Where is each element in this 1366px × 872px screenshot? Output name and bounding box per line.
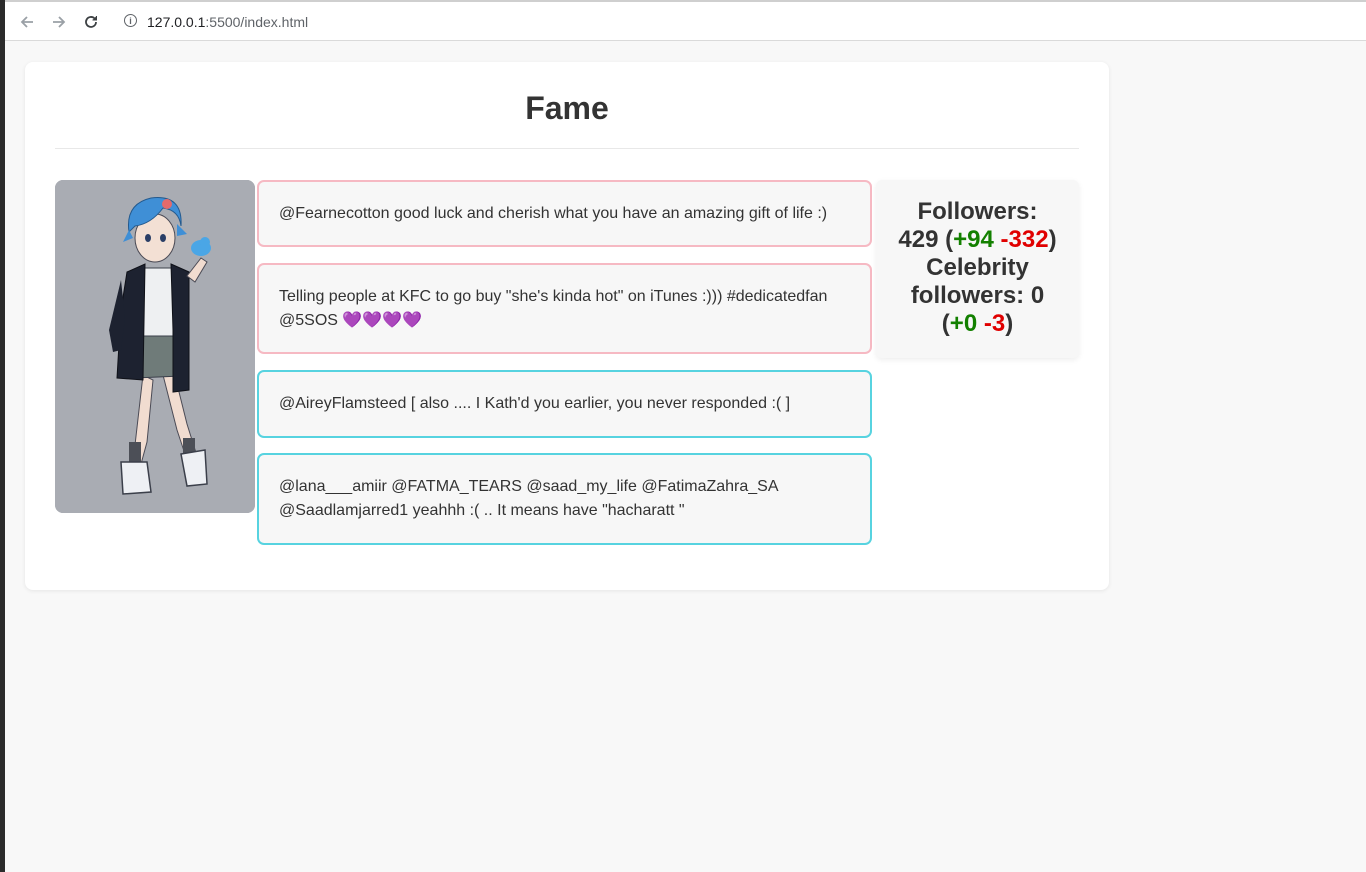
tweet-text: @AireyFlamsteed [ also .... I Kath'd you…	[279, 395, 791, 412]
browser-toolbar: i 127.0.0.1:5500/index.html	[5, 0, 1366, 41]
tweet-text: @lana___amiir @FATMA_TEARS @saad_my_life…	[279, 478, 778, 519]
followers-count: 429	[898, 226, 939, 253]
url-host: 127.0.0.1	[147, 14, 206, 30]
fame-card: Fame @Fearnecotton good luck and cherish…	[25, 62, 1109, 590]
followers-label: Followers:	[917, 198, 1038, 225]
site-info-icon[interactable]: i	[124, 14, 137, 27]
desktop-edge	[0, 0, 5, 872]
tweet-text: Telling people at KFC to go buy "she's k…	[279, 287, 828, 329]
celebrity-followers-loss: -3	[983, 310, 1006, 337]
tweet-card: @AireyFlamsteed [ also .... I Kath'd you…	[257, 370, 872, 438]
title-divider	[55, 148, 1079, 149]
page-title: Fame	[525, 90, 609, 126]
celebrity-followers-label: Celebrity followers:	[910, 254, 1029, 309]
reload-icon[interactable]	[80, 11, 102, 33]
url-path: :5500/index.html	[205, 14, 309, 30]
followers-loss: -332	[1000, 226, 1049, 253]
address-bar[interactable]: 127.0.0.1:5500/index.html	[147, 14, 308, 30]
back-arrow-icon[interactable]	[16, 11, 38, 33]
tweet-card: @Fearnecotton good luck and cherish what…	[257, 180, 872, 247]
forward-arrow-icon[interactable]	[48, 11, 70, 33]
followers-gain: +94	[953, 226, 994, 253]
avatar	[55, 180, 255, 513]
follower-stats: Followers: 429 (+94 -332) Celebrity foll…	[876, 180, 1079, 358]
tweet-card: Telling people at KFC to go buy "she's k…	[257, 263, 872, 354]
tweet-text: @Fearnecotton good luck and cherish what…	[279, 204, 828, 222]
celebrity-followers-count: 0	[1030, 282, 1045, 309]
tweet-card: @lana___amiir @FATMA_TEARS @saad_my_life…	[257, 453, 872, 545]
celebrity-followers-gain: +0	[949, 310, 978, 337]
